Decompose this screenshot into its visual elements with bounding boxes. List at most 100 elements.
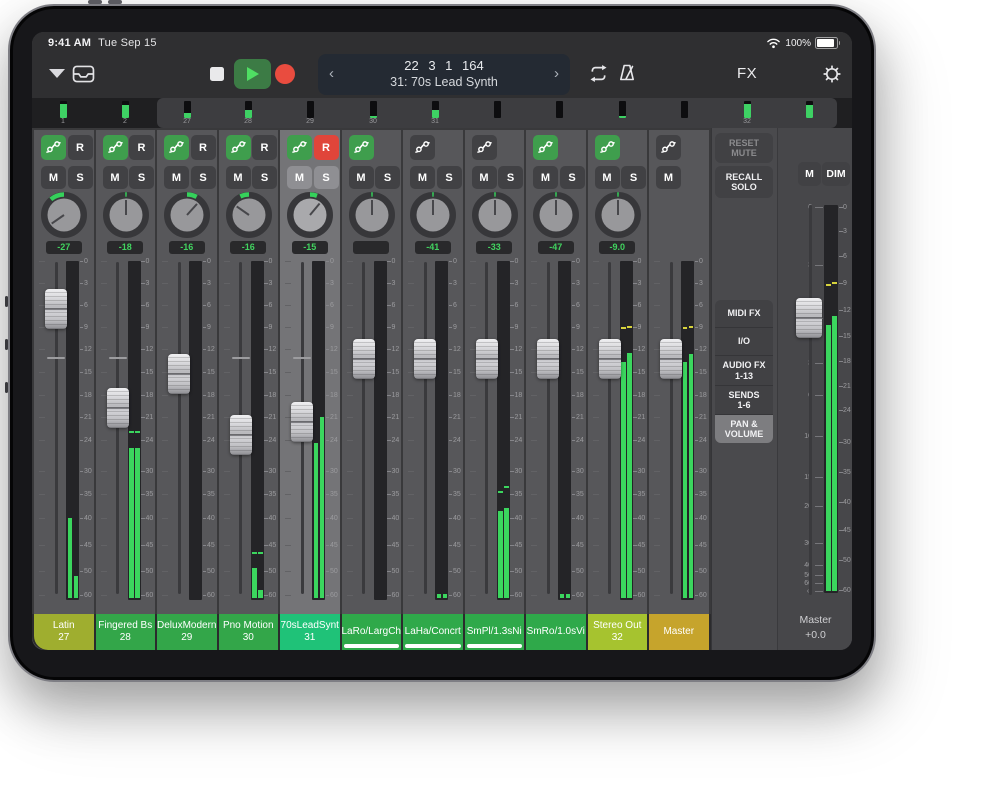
recall-solo-button[interactable]: RECALL SOLO <box>715 166 773 198</box>
fx-label-button[interactable]: FX <box>737 65 757 82</box>
overview-mini-meter[interactable] <box>184 101 191 118</box>
section-button[interactable]: PAN &VOLUME <box>715 414 773 443</box>
volume-fader[interactable] <box>45 289 67 329</box>
volume-fader[interactable] <box>599 339 621 379</box>
pan-knob[interactable] <box>224 190 274 240</box>
volume-fader[interactable] <box>476 339 498 379</box>
volume-fader[interactable] <box>168 354 190 394</box>
track-name-label[interactable]: SmPl/1.3sNi <box>465 614 525 650</box>
track-name-label[interactable]: LaRo/LargCh <box>342 614 402 650</box>
track-name-label[interactable]: Fingered Bs28 <box>96 614 156 650</box>
stop-button[interactable] <box>210 67 224 81</box>
mute-button[interactable]: M <box>595 166 620 189</box>
overview-mini-meter[interactable] <box>60 101 67 118</box>
automation-button[interactable] <box>287 135 312 160</box>
mute-button[interactable]: M <box>410 166 435 189</box>
solo-button[interactable]: S <box>621 166 646 189</box>
mute-button[interactable]: M <box>472 166 497 189</box>
record-enable-button[interactable]: R <box>129 135 154 160</box>
automation-button[interactable] <box>656 135 681 160</box>
play-button[interactable] <box>234 59 271 89</box>
record-enable-button[interactable]: R <box>68 135 93 160</box>
track-name-label[interactable]: Stereo Out32 <box>588 614 648 650</box>
metronome-icon[interactable] <box>617 63 637 83</box>
track-name-label[interactable]: Master <box>649 614 709 650</box>
library-tray-icon[interactable] <box>72 65 95 83</box>
solo-button[interactable]: S <box>129 166 154 189</box>
section-button[interactable]: I/O <box>715 327 773 355</box>
solo-button[interactable]: S <box>560 166 585 189</box>
lcd-display[interactable]: ‹ 22 3 1 164 31: 70s Lead Synth › <box>318 54 570 95</box>
automation-button[interactable] <box>472 135 497 160</box>
volume-fader[interactable] <box>414 339 436 379</box>
reset-mute-button[interactable]: RESET MUTE <box>715 133 773 163</box>
track-name-label[interactable]: 70sLeadSynt31 <box>280 614 340 650</box>
automation-button[interactable] <box>349 135 374 160</box>
solo-button[interactable]: S <box>314 166 339 189</box>
solo-button[interactable]: S <box>437 166 462 189</box>
pan-knob[interactable] <box>531 190 581 240</box>
automation-button[interactable] <box>226 135 251 160</box>
master-dim-button[interactable]: DIM <box>822 162 850 186</box>
volume-fader[interactable] <box>537 339 559 379</box>
automation-button[interactable] <box>410 135 435 160</box>
record-enable-button[interactable]: R <box>252 135 277 160</box>
overview-mini-meter[interactable] <box>556 101 563 118</box>
automation-button[interactable] <box>595 135 620 160</box>
mute-button[interactable]: M <box>533 166 558 189</box>
mute-button[interactable]: M <box>226 166 251 189</box>
pan-knob[interactable] <box>593 190 643 240</box>
automation-button[interactable] <box>103 135 128 160</box>
solo-button[interactable]: S <box>375 166 400 189</box>
record-button[interactable] <box>275 64 295 84</box>
overview-mini-meter[interactable] <box>245 101 252 118</box>
volume-fader[interactable] <box>291 402 313 442</box>
volume-fader[interactable] <box>353 339 375 379</box>
automation-button[interactable] <box>533 135 558 160</box>
overview-mini-meter[interactable] <box>619 101 626 118</box>
pan-knob[interactable] <box>39 190 89 240</box>
pan-knob[interactable] <box>162 190 212 240</box>
automation-button[interactable] <box>164 135 189 160</box>
automation-button[interactable] <box>41 135 66 160</box>
mute-button[interactable]: M <box>164 166 189 189</box>
overview-mini-meter[interactable] <box>494 101 501 118</box>
pan-knob[interactable] <box>470 190 520 240</box>
master-volume-fader[interactable] <box>796 298 822 338</box>
overview-mini-meter[interactable] <box>432 101 439 118</box>
record-enable-button[interactable]: R <box>191 135 216 160</box>
pan-knob[interactable] <box>285 190 335 240</box>
section-button[interactable]: SENDS1-6 <box>715 385 773 414</box>
pan-knob[interactable] <box>101 190 151 240</box>
pan-knob[interactable] <box>347 190 397 240</box>
volume-fader[interactable] <box>230 415 252 455</box>
track-overview[interactable]: 12272829303132 <box>32 98 852 128</box>
mute-button[interactable]: M <box>41 166 66 189</box>
record-enable-button[interactable]: R <box>314 135 339 160</box>
mute-button[interactable]: M <box>103 166 128 189</box>
master-mute-button[interactable]: M <box>798 162 821 186</box>
disclosure-triangle-button[interactable] <box>49 69 65 78</box>
lcd-next-icon[interactable]: › <box>554 64 559 84</box>
solo-button[interactable]: S <box>252 166 277 189</box>
volume-fader[interactable] <box>660 339 682 379</box>
overview-mini-meter[interactable] <box>681 101 688 118</box>
volume-fader[interactable] <box>107 388 129 428</box>
mute-button[interactable]: M <box>349 166 374 189</box>
section-button[interactable]: MIDI FX <box>715 300 773 327</box>
settings-gear-icon[interactable] <box>822 64 842 84</box>
overview-mini-meter[interactable] <box>744 101 751 118</box>
track-name-label[interactable]: SmRo/1.0sVi <box>526 614 586 650</box>
track-name-label[interactable]: Pno Motion30 <box>219 614 279 650</box>
solo-button[interactable]: S <box>498 166 523 189</box>
overview-mini-meter[interactable] <box>370 101 377 118</box>
track-name-label[interactable]: DeluxModern29 <box>157 614 217 650</box>
cycle-icon[interactable] <box>586 65 611 82</box>
pan-knob[interactable] <box>408 190 458 240</box>
mute-button[interactable]: M <box>656 166 681 189</box>
overview-mini-meter[interactable] <box>122 101 129 118</box>
solo-button[interactable]: S <box>191 166 216 189</box>
track-name-label[interactable]: Latin27 <box>34 614 94 650</box>
overview-mini-meter[interactable] <box>806 101 813 118</box>
mute-button[interactable]: M <box>287 166 312 189</box>
